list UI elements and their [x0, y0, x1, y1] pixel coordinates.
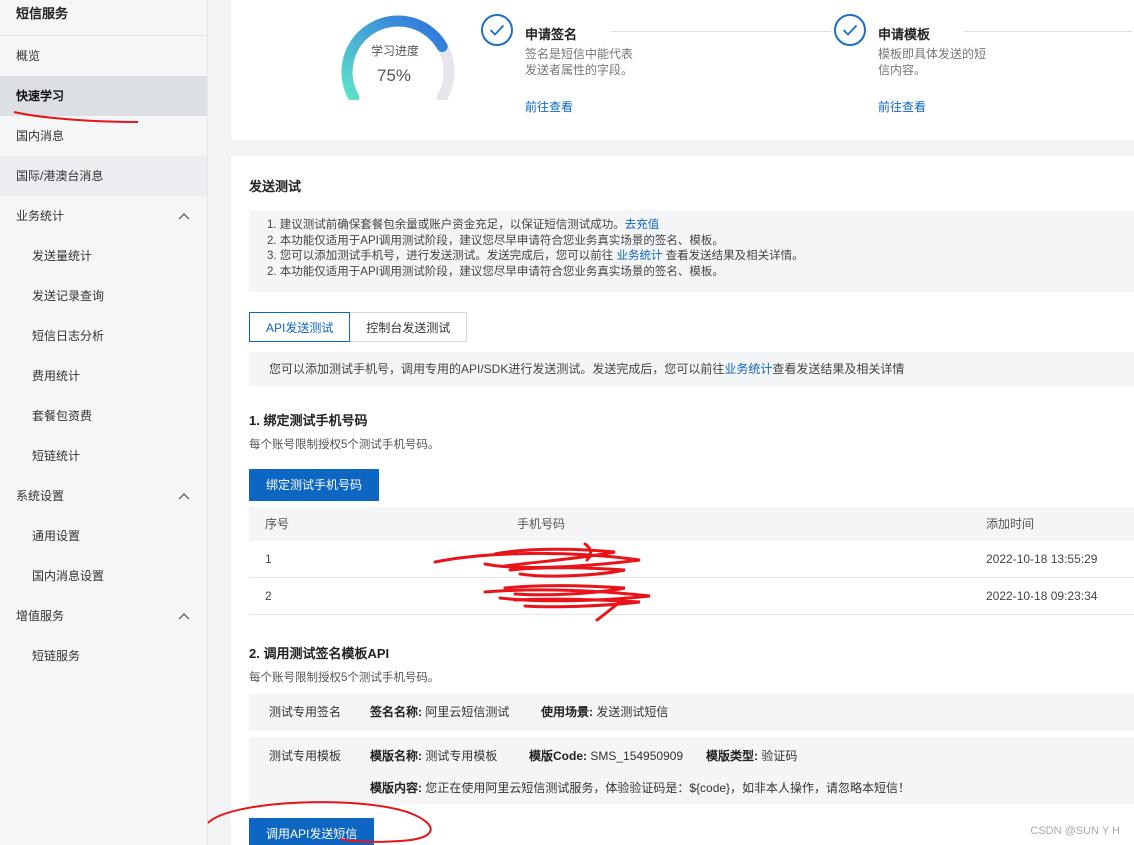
business-stats-link[interactable]: 业务统计	[616, 250, 662, 262]
sidebar-item-domestic-settings[interactable]: 国内消息设置	[0, 556, 207, 596]
learning-progress-card: 学习进度 75% 申请签名 签名是短信中能代表发送者属性的字段。 前往查看 申请…	[231, 0, 1134, 140]
template-content-key: 模版内容:	[370, 781, 422, 795]
template-name-value: 测试专用模板	[425, 749, 498, 763]
step-link[interactable]: 前往查看	[525, 98, 573, 115]
step-title: 申请签名	[525, 27, 578, 42]
notice-line: 2. 本功能仅适用于API调用测试阶段，建议您尽早申请符合您业务真实场景的签名、…	[267, 234, 724, 247]
step-desc: 模板即具体发送的短信内容。	[878, 47, 987, 77]
table-header: 序号 手机号码 添加时间	[249, 507, 1134, 541]
tab-info-text: 查看发送结果及相关详情	[772, 362, 905, 376]
sidebar-group-label: 业务统计	[16, 209, 65, 223]
sidebar: 短信服务 概览 快速学习 国内消息 国际/港澳台消息 业务统计 发送量统计 发送…	[0, 0, 208, 845]
test-signature-row: 测试专用签名 签名名称: 阿里云短信测试 使用场景: 发送测试短信	[249, 694, 1134, 731]
recharge-link[interactable]: 去充值	[625, 219, 660, 231]
template-type-value: 验证码	[761, 749, 798, 763]
row-phone	[501, 541, 979, 577]
chevron-up-icon	[177, 489, 191, 503]
call-api-title: 2. 调用测试签名模板API	[249, 646, 390, 661]
tab-console-test[interactable]: 控制台发送测试	[350, 312, 468, 342]
call-api-send-button[interactable]: 调用API发送短信	[249, 818, 375, 845]
sidebar-item-package-fees[interactable]: 套餐包资费	[0, 396, 207, 436]
notice-line: 3. 您可以添加测试手机号，进行发送测试。发送完成后，您可以前往	[267, 250, 617, 262]
step-apply-template: 申请模板 模板即具体发送的短信内容。 前往查看	[834, 14, 1132, 114]
sidebar-item-domestic[interactable]: 国内消息	[0, 116, 207, 156]
row-phone	[501, 578, 979, 614]
tab-info: 您可以添加测试手机号，调用专用的API/SDK进行发送测试。发送完成后，您可以前…	[249, 352, 1134, 386]
sidebar-title: 短信服务	[0, 0, 207, 36]
sign-name-value: 阿里云短信测试	[425, 705, 510, 719]
row-time: 2022-10-18 13:55:29	[986, 552, 1098, 566]
send-test-card: 发送测试 1. 建议测试前确保套餐包余量或账户资金充足，以保证短信测试成功。去充…	[231, 156, 1134, 845]
column-header: 序号	[265, 517, 290, 531]
sidebar-group-value-added[interactable]: 增值服务	[0, 596, 207, 636]
check-icon	[834, 14, 866, 46]
template-code-value: SMS_154950909	[590, 749, 684, 763]
bind-phone-title: 1. 绑定测试手机号码	[249, 413, 368, 428]
step-link[interactable]: 前往查看	[878, 98, 926, 115]
progress-value: 75%	[377, 66, 412, 85]
chevron-up-icon	[177, 609, 191, 623]
table-row: 2 2022-10-18 09:23:34	[249, 578, 1134, 615]
table-row: 1 2022-10-18 13:55:29	[249, 541, 1134, 578]
sidebar-group-system-settings[interactable]: 系统设置	[0, 476, 207, 516]
template-type-key: 模版类型:	[706, 749, 758, 763]
tab-api-test[interactable]: API发送测试	[249, 312, 351, 342]
sidebar-item-send-volume[interactable]: 发送量统计	[0, 236, 207, 276]
sidebar-group-business-stats[interactable]: 业务统计	[0, 196, 207, 236]
template-code-key: 模版Code:	[529, 749, 587, 763]
notice-line: 2. 本功能仅适用于API调用测试阶段，建议您尽早申请符合您业务真实场景的签名、…	[267, 265, 724, 278]
watermark: CSDN @SUN Y H	[1030, 825, 1120, 837]
test-tabs: API发送测试 控制台发送测试	[249, 312, 468, 342]
test-phone-table: 序号 手机号码 添加时间 1 2022-10-18 13:55:29 2 202…	[249, 507, 1134, 615]
notice-line: 1. 建议测试前确保套餐包余量或账户资金充足，以保证短信测试成功。	[267, 219, 625, 231]
step-connector	[964, 31, 1132, 32]
tab-info-text: 您可以添加测试手机号，调用专用的API/SDK进行发送测试。发送完成后，您可以前…	[269, 362, 725, 376]
sidebar-group-label: 增值服务	[16, 609, 65, 623]
scene-key: 使用场景:	[541, 705, 593, 719]
scene-value: 发送测试短信	[596, 705, 669, 719]
column-header: 手机号码	[517, 517, 566, 531]
row-index: 2	[265, 589, 272, 603]
row-label: 测试专用模板	[269, 749, 342, 763]
template-name-key: 模版名称:	[370, 749, 422, 763]
sidebar-item-cost-stats[interactable]: 费用统计	[0, 356, 207, 396]
row-label: 测试专用签名	[269, 705, 342, 719]
sidebar-item-log-analysis[interactable]: 短信日志分析	[0, 316, 207, 356]
column-header: 添加时间	[986, 517, 1035, 531]
notice-box: 1. 建议测试前确保套餐包余量或账户资金充足，以保证短信测试成功。去充值 2. …	[249, 210, 1134, 292]
sidebar-item-overview[interactable]: 概览	[0, 36, 207, 76]
bind-phone-desc: 每个账号限制授权5个测试手机号码。	[249, 439, 440, 451]
sidebar-item-shortlink-stats[interactable]: 短链统计	[0, 436, 207, 476]
section-title: 发送测试	[249, 179, 302, 194]
row-index: 1	[265, 552, 272, 566]
template-content-value: 您正在使用阿里云短信测试服务，体验验证码是：${code}，如非本人操作，请忽略…	[425, 781, 911, 795]
sign-name-key: 签名名称:	[370, 705, 422, 719]
call-api-desc: 每个账号限制授权5个测试手机号码。	[249, 672, 440, 684]
step-desc: 签名是短信中能代表发送者属性的字段。	[525, 47, 634, 77]
business-stats-link[interactable]: 业务统计	[724, 362, 772, 376]
sidebar-item-quick-learn[interactable]: 快速学习	[0, 76, 207, 116]
test-template-row: 测试专用模板 模版名称: 测试专用模板 模版Code: SMS_15495090…	[249, 737, 1134, 804]
sidebar-item-international[interactable]: 国际/港澳台消息	[0, 156, 207, 196]
step-title: 申请模板	[878, 27, 931, 42]
notice-line: 查看发送结果及相关详情。	[662, 250, 804, 262]
sidebar-item-general-settings[interactable]: 通用设置	[0, 516, 207, 556]
sidebar-group-label: 系统设置	[16, 489, 65, 503]
chevron-up-icon	[177, 209, 191, 223]
progress-label: 学习进度	[371, 44, 420, 58]
step-apply-signature: 申请签名 签名是短信中能代表发送者属性的字段。 前往查看	[481, 14, 831, 114]
sidebar-item-send-records[interactable]: 发送记录查询	[0, 276, 207, 316]
main-content: 学习进度 75% 申请签名 签名是短信中能代表发送者属性的字段。 前往查看 申请…	[208, 0, 1134, 845]
bind-phone-button[interactable]: 绑定测试手机号码	[249, 469, 380, 501]
sidebar-item-shortlink-service[interactable]: 短链服务	[0, 636, 207, 676]
step-connector	[611, 31, 831, 32]
row-time: 2022-10-18 09:23:34	[986, 589, 1098, 603]
check-icon	[481, 14, 513, 46]
